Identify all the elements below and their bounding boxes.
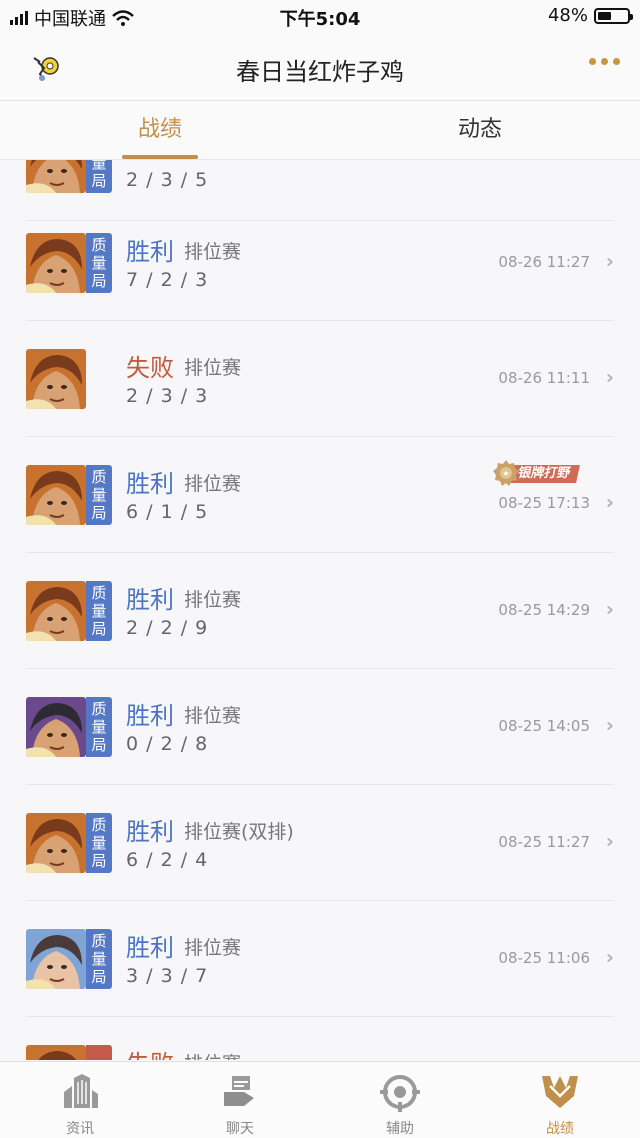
nav-label: 战绩 — [546, 1121, 574, 1137]
nav-record[interactable]: 战绩 — [480, 1062, 640, 1138]
match-row[interactable]: 质量局胜利 排位赛 0 / 2 / 8 08-25 14:05 › — [26, 669, 614, 785]
match-mode: 排位赛(双排) — [184, 821, 294, 843]
match-time: 08-25 11:27 — [498, 833, 590, 851]
app-header: 春日当红炸子鸡 — [0, 32, 640, 101]
page-title: 春日当红炸子鸡 — [236, 58, 404, 86]
match-kda: 0 / 2 / 8 — [126, 733, 209, 755]
match-result: 胜利 — [126, 702, 174, 730]
buildings-icon — [64, 1074, 98, 1108]
tab-record[interactable]: 战绩 — [0, 101, 320, 159]
more-options-button[interactable] — [589, 58, 620, 65]
quality-badge: 尽 — [86, 1045, 112, 1060]
match-time: 08-26 11:11 — [498, 369, 590, 387]
match-row[interactable]: 质量局胜利 排位赛(双排) 6 / 2 / 4 08-25 11:27 › — [26, 785, 614, 901]
clock: 下午5:04 — [279, 9, 361, 30]
match-mode: 排位赛 — [184, 589, 242, 611]
match-result: 胜利 — [126, 586, 174, 614]
target-icon — [380, 1075, 420, 1112]
match-result: 胜利 — [126, 934, 174, 962]
match-result: 胜利 — [126, 238, 174, 266]
battery-icon — [594, 7, 633, 24]
match-row[interactable]: 尽失败排位赛 — [26, 1017, 614, 1060]
svg-text:★: ★ — [502, 469, 509, 478]
status-right: 48% — [547, 5, 633, 26]
medal-badge: 银牌打野 ★ — [492, 460, 592, 486]
bottom-nav: 资讯 聊天 辅助 战绩 — [0, 1061, 640, 1138]
match-row[interactable]: 质量局胜利 排位赛 6 / 1 / 5 08-25 17:13 银牌打野 ★ › — [26, 437, 614, 553]
match-row[interactable]: 质量局胜利 排位赛 7 / 2 / 3 08-26 11:27 › — [26, 205, 614, 321]
chevron-right-icon: › — [605, 249, 614, 273]
match-kda: 6 / 1 / 5 — [126, 501, 209, 523]
match-time: 08-26 11:27 — [498, 253, 590, 271]
nav-label: 资讯 — [66, 1121, 94, 1137]
quality-badge: 质量局 — [86, 697, 112, 757]
match-time: 08-25 17:13 — [498, 494, 590, 512]
match-row[interactable]: 质量局胜利 排位赛 3 / 3 / 7 08-25 11:06 › — [26, 901, 614, 1017]
nav-news[interactable]: 资讯 — [0, 1062, 160, 1138]
hero-avatar — [26, 929, 86, 989]
match-result: 胜利 — [126, 470, 174, 498]
quality-badge: 质量局 — [86, 929, 112, 989]
match-row[interactable]: 失败 排位赛 2 / 3 / 3 08-26 11:11 › — [26, 321, 614, 437]
chevron-right-icon: › — [605, 829, 614, 853]
match-kda: 6 / 2 / 4 — [126, 849, 209, 871]
quality-badge: 质量局 — [86, 160, 112, 193]
match-mode: 排位赛 — [184, 705, 242, 727]
match-kda: 2 / 2 / 9 — [126, 617, 209, 639]
match-kda: 3 / 3 / 7 — [126, 965, 209, 987]
match-list[interactable]: 质量局2 / 3 / 5质量局胜利排位赛7 / 2 / 308-26 11:27… — [0, 160, 640, 1060]
quality-badge: 质量局 — [86, 465, 112, 525]
match-time: 08-25 11:06 — [498, 949, 590, 967]
match-kda: 2 / 3 / 3 — [126, 385, 209, 407]
match-result: 失败 — [126, 1044, 174, 1060]
hero-avatar — [26, 465, 86, 525]
match-mode: 排位赛 — [184, 1049, 241, 1060]
chevron-right-icon: › — [605, 713, 614, 737]
chat-icon — [224, 1076, 254, 1106]
match-mode: 排位赛 — [184, 357, 242, 379]
quality-badge: 质量局 — [86, 813, 112, 873]
medal-seal-icon: ★ — [493, 460, 519, 486]
battery-percent: 48% — [547, 5, 588, 26]
dot-icon — [601, 58, 608, 65]
match-kda: 7 / 2 / 3 — [126, 269, 209, 291]
tab-activity[interactable]: 动态 — [320, 101, 640, 159]
tab-bar: 战绩 动态 — [0, 101, 640, 160]
hero-avatar — [26, 813, 86, 873]
dot-icon — [613, 58, 620, 65]
quality-badge: 质量局 — [86, 581, 112, 641]
hero-avatar — [26, 697, 86, 757]
chevron-right-icon: › — [605, 365, 614, 389]
dot-icon — [589, 58, 596, 65]
match-time: 08-25 14:05 — [498, 717, 590, 735]
chevron-right-icon: › — [605, 945, 614, 969]
hero-avatar — [26, 581, 86, 641]
chevron-right-icon: › — [605, 490, 614, 514]
match-mode: 排位赛 — [184, 241, 242, 263]
hero-avatar — [26, 1045, 86, 1060]
match-time: 08-25 14:29 — [498, 601, 590, 619]
trophy-icon — [542, 1076, 578, 1108]
nav-label: 聊天 — [226, 1121, 254, 1137]
match-mode: 排位赛 — [184, 473, 242, 495]
nav-assist[interactable]: 辅助 — [320, 1062, 480, 1138]
match-result: 胜利 — [126, 818, 174, 846]
hero-avatar — [26, 349, 86, 409]
nav-chat[interactable]: 聊天 — [160, 1062, 320, 1138]
match-row[interactable]: 质量局胜利 排位赛 2 / 2 / 9 08-25 14:29 › — [26, 553, 614, 669]
hero-avatar — [26, 160, 86, 193]
nav-label: 辅助 — [386, 1121, 414, 1137]
hero-avatar — [26, 233, 86, 293]
status-bar: 中国联通 下午5:04 48% — [0, 0, 640, 32]
quality-badge: 质量局 — [86, 233, 112, 293]
match-result: 失败 — [126, 354, 174, 382]
chevron-right-icon: › — [605, 597, 614, 621]
match-mode: 排位赛 — [184, 937, 242, 959]
match-kda: 2 / 3 / 5 — [126, 169, 209, 191]
